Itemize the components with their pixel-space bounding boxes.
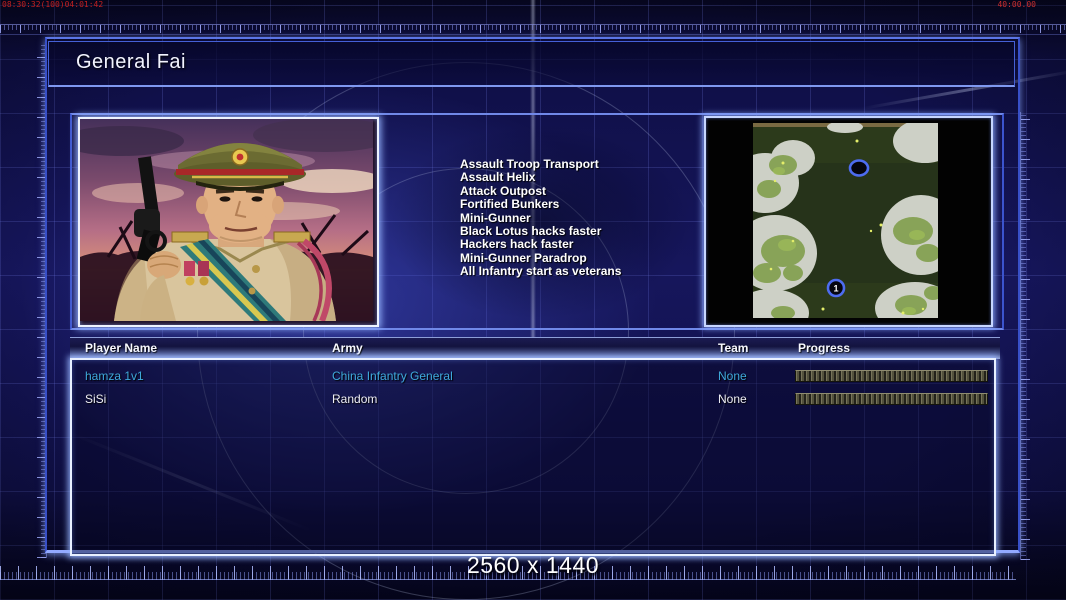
ruler-top: [0, 24, 1066, 35]
debug-timer-top-left: 08:30:32(100)04:01:42: [2, 0, 104, 9]
header-team: Team: [718, 341, 749, 355]
ability-item: Hackers hack faster: [460, 237, 574, 252]
player-team: None: [718, 392, 747, 406]
abilities-list: Assault Troop Transport Assault Helix Atta…: [460, 157, 622, 279]
ability-item: Black Lotus hacks faster: [460, 224, 602, 239]
start-position-marker-top: [848, 159, 870, 177]
svg-text:1: 1: [833, 284, 838, 294]
ability-item: Assault Helix: [460, 170, 536, 185]
player-list-panel: hamza 1v1 China Infantry General None SiSi R…: [70, 358, 996, 556]
title-bar: General Fai: [48, 41, 1015, 87]
player-army: China Infantry General: [332, 369, 453, 383]
ability-item: Mini-Gunner: [460, 210, 531, 225]
general-portrait-art: [80, 119, 373, 321]
resolution-label: 2560 x 1440: [466, 552, 600, 578]
ability-item: Mini-Gunner Paradrop: [460, 250, 587, 265]
progress-bar-fill: [796, 394, 987, 404]
ruler-right: [1020, 112, 1030, 560]
map-preview-panel: 1: [704, 116, 993, 327]
general-portrait: [78, 117, 379, 327]
player-team: None: [718, 369, 747, 383]
header-progress: Progress: [798, 341, 851, 355]
ability-item: Assault Troop Transport: [460, 157, 599, 171]
player-row: SiSi Random None: [72, 389, 994, 409]
player-name: hamza 1v1: [85, 369, 144, 383]
player-row: hamza 1v1 China Infantry General None: [72, 366, 994, 386]
start-position-marker-1: 1: [826, 278, 846, 298]
ability-item: Attack Outpost: [460, 183, 547, 198]
general-title: General Fai: [76, 51, 186, 73]
loading-screen: 08:30:32(100)04:01:42 40:00.00 General F…: [0, 0, 1066, 600]
ability-item: Fortified Bunkers: [460, 197, 560, 212]
header-army: Army: [332, 341, 363, 355]
player-table-header: Player Name Army Team Progress: [70, 337, 1000, 359]
header-player-name: Player Name: [85, 341, 158, 355]
progress-bar: [795, 370, 988, 382]
progress-bar: [795, 393, 988, 405]
debug-timer-top-right: 40:00.00: [997, 0, 1036, 9]
progress-bar-fill: [796, 371, 987, 381]
player-army: Random: [332, 392, 378, 406]
map-preview-image: 1: [753, 123, 938, 318]
player-name: SiSi: [85, 392, 107, 406]
ability-item: All Infantry start as veterans: [460, 264, 622, 279]
